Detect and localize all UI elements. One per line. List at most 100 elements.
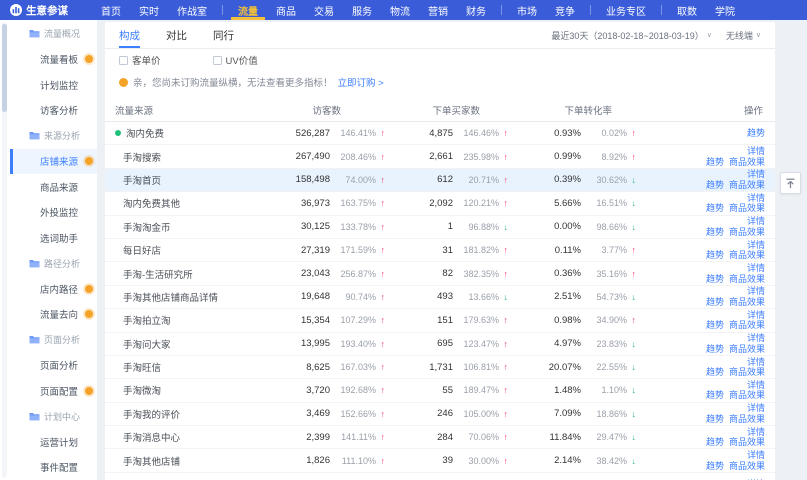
sidebar-item-page-analysis[interactable]: 页面分析 xyxy=(10,353,97,379)
actions-cell: 详情趋势商品效果 xyxy=(670,333,765,354)
buyers-cell: 49313.66%↓ xyxy=(385,291,508,302)
sidebar-item-product-source[interactable]: 商品来源 xyxy=(10,174,97,200)
sidebar-item-word-helper[interactable]: 选词助手 xyxy=(10,225,97,251)
tab-peers[interactable]: 同行 xyxy=(213,22,234,48)
detail-link[interactable]: 详情 xyxy=(747,263,765,274)
detail-link[interactable]: 详情 xyxy=(747,427,765,438)
sidebar-item-plan-monitor[interactable]: 计划监控 xyxy=(10,72,97,98)
product-effect-link[interactable]: 商品效果 xyxy=(729,297,765,308)
trend-link[interactable]: 趋势 xyxy=(706,437,724,448)
value: 7.09% xyxy=(508,408,581,419)
terminal-select[interactable]: 无线端 ∨ xyxy=(726,29,761,42)
detail-link[interactable]: 详情 xyxy=(747,403,765,414)
detail-link[interactable]: 详情 xyxy=(747,333,765,344)
table-row: 手淘微淘3,720192.68%↑55189.47%↑1.48%1.10%↓详情… xyxy=(105,379,775,402)
nav-item-academy[interactable]: 学院 xyxy=(706,0,744,20)
value: 612 xyxy=(385,174,453,185)
nav-item-war-room[interactable]: 作战室 xyxy=(168,0,216,20)
sidebar-item-operation-plan[interactable]: 运营计划 xyxy=(10,429,97,455)
detail-link[interactable]: 详情 xyxy=(747,310,765,321)
detail-link[interactable]: 详情 xyxy=(747,216,765,227)
sidebar-item-in-shop-path[interactable]: 店内路径 xyxy=(10,276,97,302)
change: 141.11% xyxy=(330,432,376,442)
product-effect-link[interactable]: 商品效果 xyxy=(729,250,765,261)
product-effect-link[interactable]: 商品效果 xyxy=(729,461,765,472)
trend-link[interactable]: 趋势 xyxy=(706,390,724,401)
product-effect-link[interactable]: 商品效果 xyxy=(729,344,765,355)
product-effect-link[interactable]: 商品效果 xyxy=(729,274,765,285)
subscribe-link[interactable]: 立即订购 > xyxy=(338,75,384,89)
nav-item-marketing[interactable]: 营销 xyxy=(419,0,457,20)
product-effect-link[interactable]: 商品效果 xyxy=(729,227,765,238)
product-effect-link[interactable]: 商品效果 xyxy=(729,157,765,168)
nav-item-market[interactable]: 市场 xyxy=(508,0,546,20)
checkbox[interactable] xyxy=(119,56,128,65)
product-effect-link[interactable]: 商品效果 xyxy=(729,180,765,191)
trend-link[interactable]: 趋势 xyxy=(706,203,724,214)
trend-link[interactable]: 趋势 xyxy=(706,297,724,308)
up-arrow-icon: ↑ xyxy=(376,222,385,232)
trend-link[interactable]: 趋势 xyxy=(706,461,724,472)
trend-link[interactable]: 趋势 xyxy=(706,274,724,285)
sidebar-item-visitor-analysis[interactable]: 访客分析 xyxy=(10,98,97,124)
metric-checkbox-0[interactable]: 客单价 xyxy=(119,53,161,67)
trend-link[interactable]: 趋势 xyxy=(706,414,724,425)
table-row: 手淘问大家13,995193.40%↑695123.47%↑4.97%23.83… xyxy=(105,333,775,356)
product-effect-link[interactable]: 商品效果 xyxy=(729,437,765,448)
change: 167.03% xyxy=(330,362,376,372)
detail-link[interactable]: 详情 xyxy=(747,357,765,368)
sidebar-item-event-config[interactable]: 事件配置 xyxy=(10,455,97,480)
sidebar-item-shop-source[interactable]: 店铺来源 xyxy=(10,149,97,175)
trend-link[interactable]: 趋势 xyxy=(747,128,765,139)
product-effect-link[interactable]: 商品效果 xyxy=(729,414,765,425)
nav-item-data-extract[interactable]: 取数 xyxy=(668,0,706,20)
trend-link[interactable]: 趋势 xyxy=(706,227,724,238)
product-effect-link[interactable]: 商品效果 xyxy=(729,320,765,331)
nav-item-home[interactable]: 首页 xyxy=(92,0,130,20)
trend-link[interactable]: 趋势 xyxy=(706,367,724,378)
product-effect-link[interactable]: 商品效果 xyxy=(729,390,765,401)
detail-link[interactable]: 详情 xyxy=(747,169,765,180)
nav-item-product[interactable]: 商品 xyxy=(267,0,305,20)
change: 193.40% xyxy=(330,339,376,349)
detail-link[interactable]: 详情 xyxy=(747,450,765,461)
brand[interactable]: 生意参谋 xyxy=(10,0,68,20)
tab-composition[interactable]: 构成 xyxy=(119,22,140,48)
nav-item-business-zone[interactable]: 业务专区 xyxy=(597,0,655,20)
trend-link[interactable]: 趋势 xyxy=(706,250,724,261)
trend-link[interactable]: 趋势 xyxy=(706,180,724,191)
table-row: 手淘其他店铺商品详情19,64890.74%↑49313.66%↓2.51%54… xyxy=(105,286,775,309)
sidebar-item-external-monitor[interactable]: 外投监控 xyxy=(10,200,97,226)
up-arrow-icon: ↑ xyxy=(627,152,636,162)
nav-item-trade[interactable]: 交易 xyxy=(305,0,343,20)
trend-link[interactable]: 趋势 xyxy=(706,157,724,168)
product-effect-link[interactable]: 商品效果 xyxy=(729,203,765,214)
nav-item-finance[interactable]: 财务 xyxy=(457,0,495,20)
tab-compare[interactable]: 对比 xyxy=(166,22,187,48)
checkbox[interactable] xyxy=(213,56,222,65)
detail-link[interactable]: 详情 xyxy=(747,240,765,251)
product-effect-link[interactable]: 商品效果 xyxy=(729,367,765,378)
detail-link[interactable]: 详情 xyxy=(747,146,765,157)
sidebar-item-traffic-destination[interactable]: 流量去向 xyxy=(10,302,97,328)
detail-link[interactable]: 详情 xyxy=(747,380,765,391)
back-to-top-button[interactable] xyxy=(780,172,801,194)
nav-item-service[interactable]: 服务 xyxy=(343,0,381,20)
sidebar-item-traffic-dashboard[interactable]: 流量看板 xyxy=(10,47,97,73)
metric-checkbox-1[interactable]: UV价值 xyxy=(213,53,258,67)
value: 246 xyxy=(385,408,453,419)
sidebar-scrollbar-thumb[interactable] xyxy=(2,24,7,112)
trend-link[interactable]: 趋势 xyxy=(706,344,724,355)
actions-cell: 详情趋势商品效果 xyxy=(670,357,765,378)
detail-link[interactable]: 详情 xyxy=(747,193,765,204)
sidebar-item-page-config[interactable]: 页面配置 xyxy=(10,378,97,404)
actions-cell: 详情趋势商品效果 xyxy=(670,169,765,190)
nav-item-realtime[interactable]: 实时 xyxy=(130,0,168,20)
nav-item-logistics[interactable]: 物流 xyxy=(381,0,419,20)
nav-item-traffic[interactable]: 流量 xyxy=(229,0,267,20)
detail-link[interactable]: 详情 xyxy=(747,286,765,297)
value: 8,625 xyxy=(282,362,330,373)
date-range-picker[interactable]: 最近30天（2018-02-18~2018-03-19） ∨ xyxy=(551,29,711,42)
trend-link[interactable]: 趋势 xyxy=(706,320,724,331)
nav-item-competition[interactable]: 竞争 xyxy=(546,0,584,20)
